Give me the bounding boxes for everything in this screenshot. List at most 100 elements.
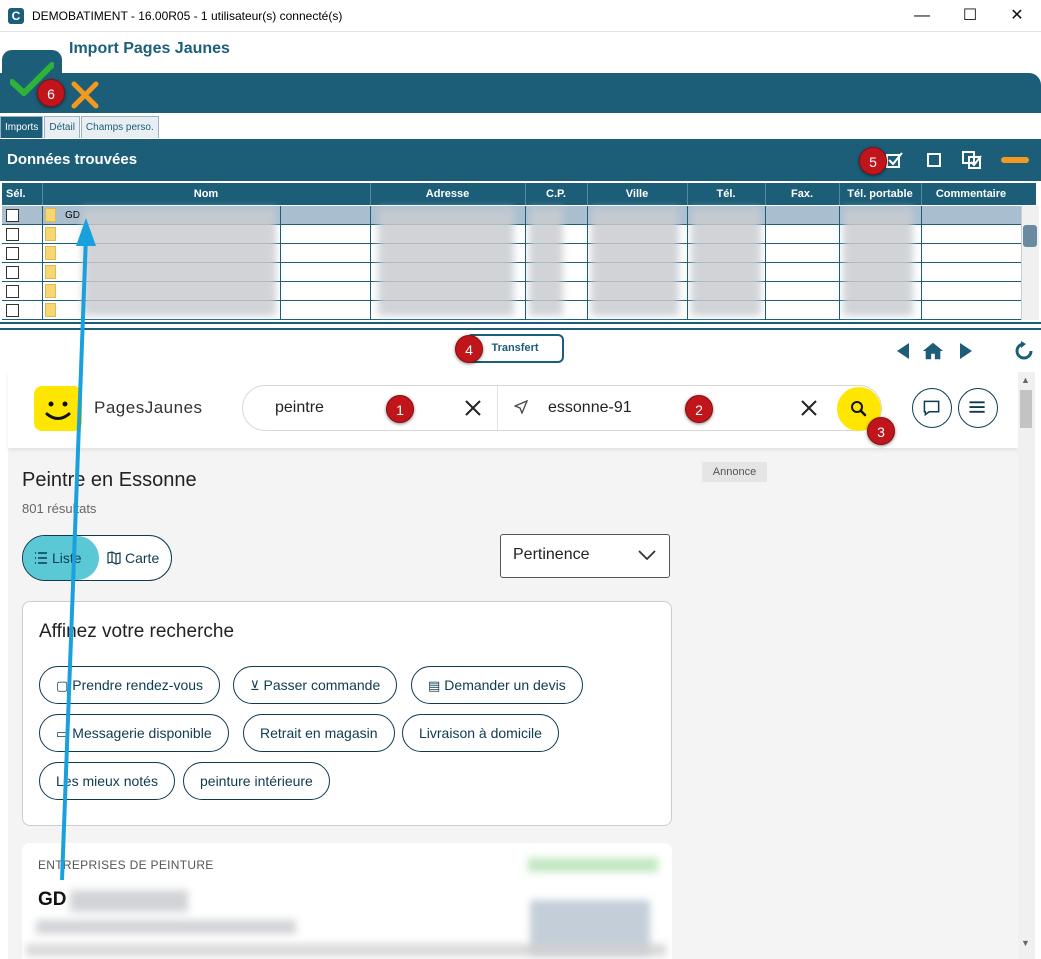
- row-checkbox[interactable]: [6, 247, 19, 260]
- step-badge-3: 3: [867, 417, 895, 445]
- filter-chip-pickup[interactable]: Retrait en magasin: [243, 714, 395, 752]
- column-header-phone[interactable]: Tél.: [687, 183, 765, 205]
- ad-label: Annonce: [702, 462, 767, 482]
- hamburger-icon: [969, 401, 985, 413]
- home-icon[interactable]: [922, 340, 944, 362]
- chip-label: Passer commande: [263, 677, 381, 693]
- chip-label: peinture intérieure: [200, 773, 313, 789]
- filter-chip-interior-painting[interactable]: peinture intérieure: [183, 762, 330, 800]
- chat-bubble-icon: [923, 400, 940, 417]
- web-scrollbar-thumb[interactable]: [1020, 390, 1032, 428]
- chip-label: Messagerie disponible: [72, 725, 212, 741]
- cancel-cross-icon[interactable]: [70, 80, 100, 110]
- minimize-button[interactable]: —: [899, 4, 945, 28]
- row-checkbox[interactable]: [6, 304, 19, 317]
- column-divider: [839, 183, 840, 205]
- pagesjaunes-logo-icon[interactable]: [34, 386, 82, 431]
- document-icon: [45, 303, 56, 317]
- column-header-zip[interactable]: C.P.: [525, 183, 587, 205]
- redacted-badge: [528, 858, 658, 872]
- filter-chip-order[interactable]: ⊻ Passer commande: [233, 666, 398, 704]
- column-divider: [525, 183, 526, 205]
- column-line: [839, 206, 840, 320]
- filter-chip-appointment[interactable]: ▢ Prendre rendez-vous: [39, 666, 221, 704]
- row-checkbox[interactable]: [6, 285, 19, 298]
- panel-splitter[interactable]: [0, 322, 1041, 330]
- clear-what-icon[interactable]: [462, 397, 484, 419]
- redacted-company-details: [36, 920, 296, 934]
- filter-chip-messaging[interactable]: ▭ Messagerie disponible: [39, 714, 229, 752]
- menu-button[interactable]: [958, 388, 998, 428]
- app-icon: C: [8, 8, 24, 24]
- scroll-down-icon[interactable]: ▼: [1021, 938, 1030, 948]
- column-line: [587, 206, 588, 320]
- location-arrow-icon: [514, 400, 528, 414]
- row-checkbox[interactable]: [6, 209, 19, 222]
- step-badge-6: 6: [37, 79, 65, 107]
- chat-button[interactable]: [912, 388, 952, 428]
- tab-custom-fields[interactable]: Champs perso.: [80, 116, 159, 138]
- column-divider: [765, 183, 766, 205]
- grid-scrollbar-thumb[interactable]: [1023, 225, 1037, 247]
- column-divider: [42, 183, 43, 205]
- document-icon: [45, 284, 56, 298]
- tab-imports[interactable]: Imports: [0, 116, 44, 138]
- web-scrollbar[interactable]: [1018, 372, 1035, 959]
- column-header-comment[interactable]: Commentaire: [921, 183, 1021, 205]
- column-divider: [921, 183, 922, 205]
- chip-label: Les mieux notés: [56, 773, 158, 789]
- column-line: [370, 206, 371, 320]
- close-button[interactable]: ✕: [994, 4, 1040, 28]
- column-line: [687, 206, 688, 320]
- column-header-fax[interactable]: Fax.: [765, 183, 839, 205]
- refresh-icon[interactable]: [1013, 340, 1035, 362]
- step-badge-4: 4: [455, 335, 483, 363]
- window-title: DEMOBATIMENT - 16.00R05 - 1 utilisateur(…: [32, 9, 343, 23]
- filter-chip-quote[interactable]: ▤ Demander un devis: [411, 666, 583, 704]
- step-badge-5: 5: [859, 147, 887, 175]
- row-checkbox[interactable]: [6, 266, 19, 279]
- column-divider: [687, 183, 688, 205]
- column-header-name[interactable]: Nom: [42, 183, 370, 205]
- where-input[interactable]: essonne-91: [548, 399, 632, 417]
- tab-detail[interactable]: Détail: [44, 116, 80, 138]
- column-header-mobile[interactable]: Tél. portable: [839, 183, 921, 205]
- row-checkbox[interactable]: [6, 228, 19, 241]
- column-divider: [370, 183, 371, 205]
- grid-scrollbar[interactable]: [1021, 206, 1039, 320]
- redacted-mobiles: [843, 208, 913, 316]
- document-icon: [45, 208, 56, 222]
- scroll-up-icon[interactable]: ▲: [1021, 375, 1030, 385]
- redacted-company-line: [26, 944, 666, 956]
- column-line: [42, 206, 43, 320]
- list-view-label[interactable]: Liste: [52, 550, 82, 566]
- forward-arrow-icon[interactable]: [954, 340, 976, 362]
- quote-document-icon: ▤: [428, 678, 441, 693]
- column-line: [280, 206, 281, 320]
- step-badge-1: 1: [386, 395, 414, 423]
- uncheck-all-icon[interactable]: [923, 150, 945, 170]
- collapse-icon[interactable]: [1000, 150, 1030, 170]
- invert-selection-icon[interactable]: [961, 150, 983, 170]
- module-toolbar: [0, 73, 1041, 113]
- column-header-city[interactable]: Ville: [587, 183, 687, 205]
- filter-chip-delivery[interactable]: Livraison à domicile: [402, 714, 559, 752]
- filter-chip-top-rated[interactable]: Les mieux notés: [39, 762, 175, 800]
- maximize-button[interactable]: ☐: [947, 4, 993, 28]
- list-icon: [35, 552, 47, 564]
- column-line: [525, 206, 526, 320]
- search-divider: [497, 386, 498, 430]
- results-count: 801 résultats: [22, 501, 97, 516]
- calendar-icon: ▢: [56, 678, 69, 693]
- map-view-label[interactable]: Carte: [125, 550, 159, 566]
- column-header-address[interactable]: Adresse: [370, 183, 525, 205]
- clear-where-icon[interactable]: [798, 397, 820, 419]
- refine-title: Affinez votre recherche: [39, 621, 235, 642]
- company-name[interactable]: GD: [38, 889, 67, 911]
- what-input[interactable]: peintre: [275, 399, 324, 417]
- panel-title: Données trouvées: [7, 151, 138, 168]
- step-badge-2: 2: [685, 395, 713, 423]
- chevron-down-icon: [638, 550, 656, 561]
- back-arrow-icon[interactable]: [893, 340, 915, 362]
- column-header-select[interactable]: Sél.: [2, 183, 42, 205]
